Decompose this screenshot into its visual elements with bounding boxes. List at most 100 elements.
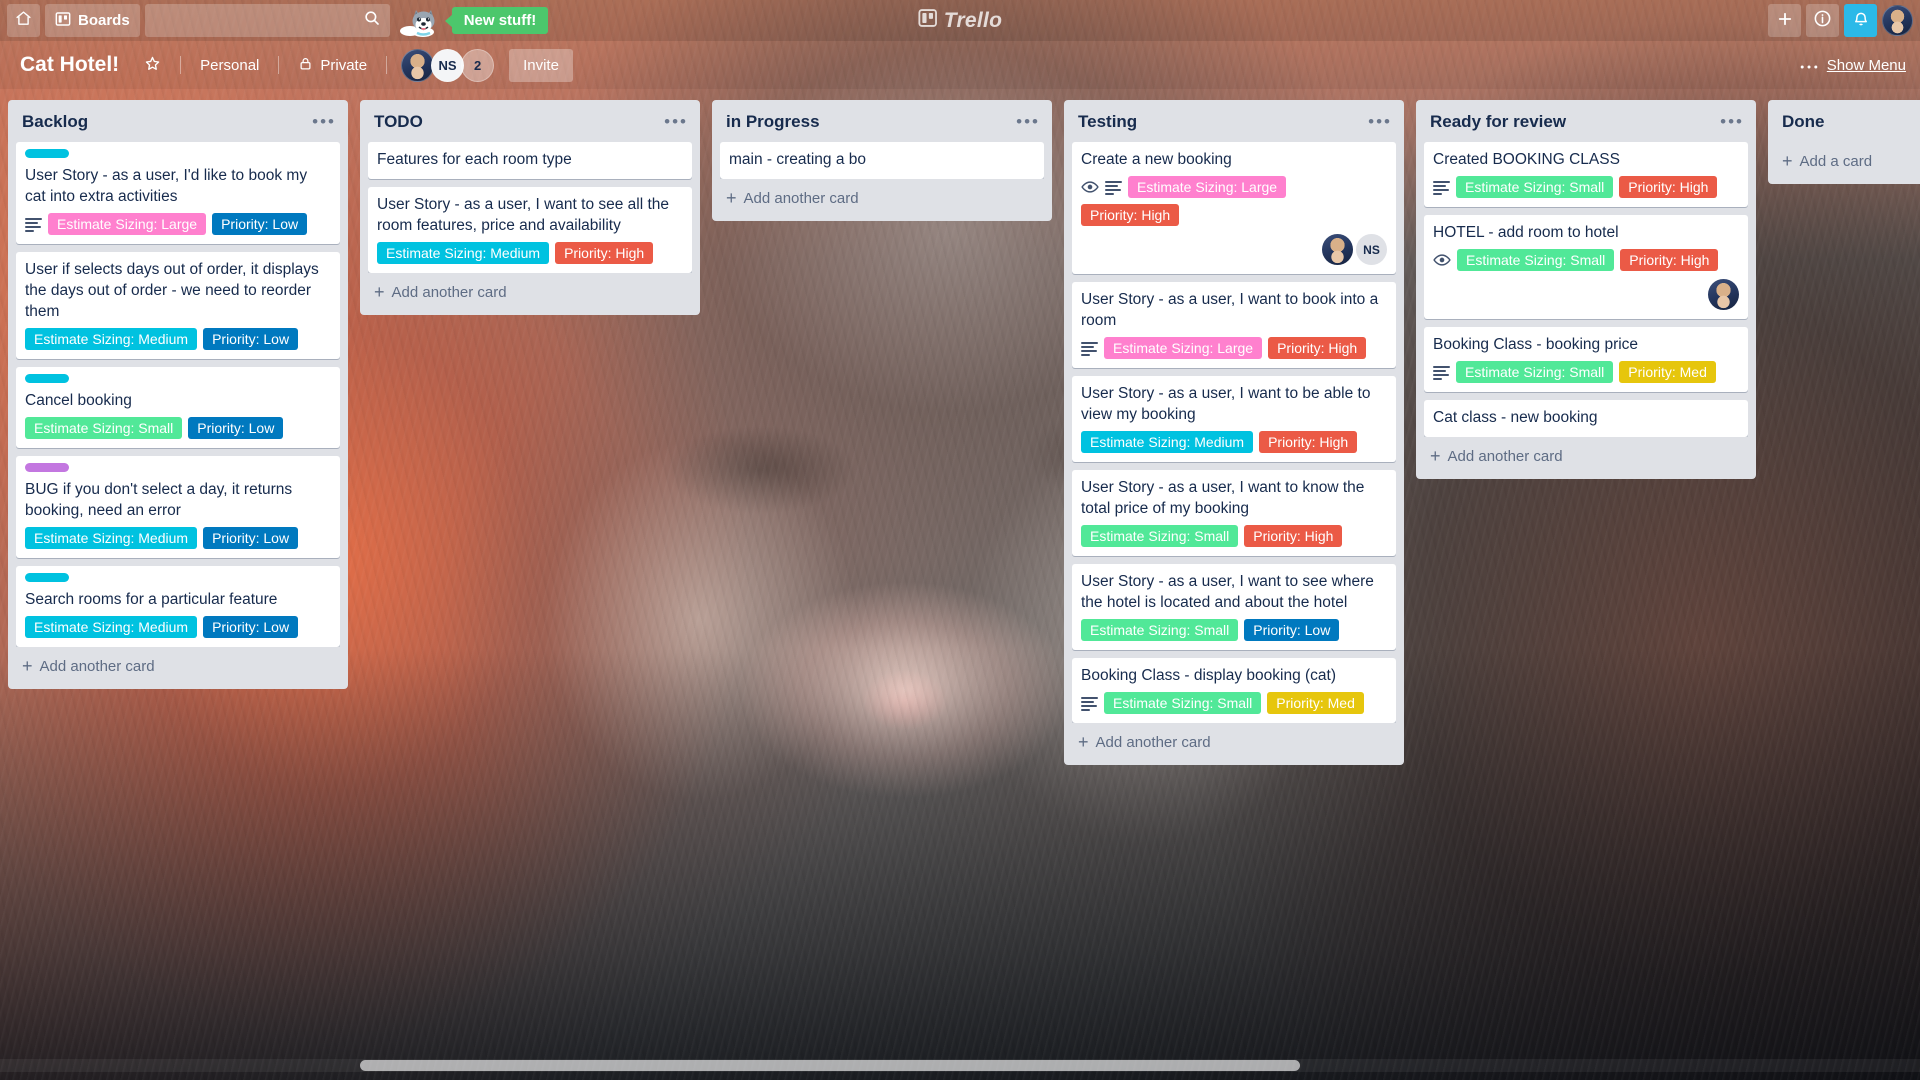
notifications-button[interactable] [1844, 4, 1877, 37]
board-list[interactable]: Backlog ••• User Story - as a user, I'd li… [8, 100, 348, 689]
card-label-bar[interactable] [25, 374, 69, 383]
list-menu-icon[interactable]: ••• [1016, 113, 1040, 130]
add-card-button[interactable]: + Add another card [360, 273, 700, 307]
card-label[interactable]: Priority: High [1268, 337, 1367, 359]
board-card[interactable]: User Story - as a user, I want to see wh… [1072, 564, 1396, 650]
add-button[interactable] [1768, 4, 1801, 37]
board-card[interactable]: Cat class - new booking [1424, 400, 1748, 437]
list-menu-icon[interactable]: ••• [664, 113, 688, 130]
card-label[interactable]: Estimate Sizing: Small [1081, 619, 1239, 641]
card-label[interactable]: Estimate Sizing: Large [1128, 176, 1287, 198]
member-initials[interactable]: NS [431, 48, 465, 82]
list-menu-icon[interactable]: ••• [1720, 113, 1744, 130]
card-member-initials[interactable]: NS [1356, 234, 1387, 265]
invite-button[interactable]: Invite [509, 48, 573, 82]
card-label[interactable]: Priority: High [1244, 525, 1343, 547]
card-label[interactable]: Estimate Sizing: Large [1104, 337, 1263, 359]
card-label[interactable]: Estimate Sizing: Small [25, 417, 183, 439]
list-title[interactable]: in Progress [726, 112, 820, 132]
board-card[interactable]: User Story - as a user, I want to know t… [1072, 470, 1396, 556]
card-label[interactable]: Priority: High [1620, 249, 1719, 271]
board-list[interactable]: Done + Add a card [1768, 100, 1920, 184]
board-card[interactable]: Search rooms for a particular feature Est… [16, 566, 340, 647]
card-label[interactable]: Priority: Low [203, 616, 299, 638]
card-label[interactable]: Estimate Sizing: Small [1457, 249, 1615, 271]
card-label[interactable]: Priority: High [555, 242, 654, 264]
list-menu-icon[interactable]: ••• [1368, 113, 1392, 130]
card-label[interactable]: Priority: Low [203, 328, 299, 350]
add-card-button[interactable]: + Add another card [8, 647, 348, 681]
board-card[interactable]: Booking Class - display booking (cat) Est… [1072, 658, 1396, 723]
husky-dog-icon[interactable] [399, 4, 445, 38]
card-member-avatar[interactable] [1322, 234, 1353, 265]
list-title[interactable]: Testing [1078, 112, 1137, 132]
scrollbar-thumb[interactable] [360, 1060, 1300, 1071]
card-label[interactable]: Estimate Sizing: Small [1104, 692, 1262, 714]
card-label[interactable]: Estimate Sizing: Large [48, 213, 207, 235]
board-card[interactable]: Create a new booking Estimate Sizing: Lar… [1072, 142, 1396, 274]
board-visibility-button[interactable]: Private [287, 49, 378, 81]
card-label[interactable]: Estimate Sizing: Small [1081, 525, 1239, 547]
card-label[interactable]: Estimate Sizing: Medium [1081, 431, 1254, 453]
board-scope-button[interactable]: Personal [189, 49, 270, 81]
board-card[interactable]: HOTEL - add room to hotel Estimate Sizing… [1424, 215, 1748, 319]
trello-logo[interactable]: Trello [918, 8, 1003, 34]
add-card-button[interactable]: + Add another card [712, 179, 1052, 213]
list-title[interactable]: TODO [374, 112, 423, 132]
card-label-bar[interactable] [25, 149, 69, 158]
add-card-button[interactable]: + Add another card [1416, 437, 1756, 471]
boards-button[interactable]: Boards [45, 4, 140, 37]
card-label[interactable]: Estimate Sizing: Small [1456, 361, 1614, 383]
card-label-bar[interactable] [25, 463, 69, 472]
show-menu-button[interactable]: Show Menu [1800, 57, 1906, 74]
board-card[interactable]: main - creating a bo [720, 142, 1044, 179]
card-label[interactable]: Priority: High [1619, 176, 1718, 198]
page-title[interactable]: Cat Hotel! [14, 49, 129, 81]
board-card[interactable]: User Story - as a user, I want to be abl… [1072, 376, 1396, 462]
search-box[interactable] [144, 4, 390, 37]
card-label[interactable]: Priority: Med [1267, 692, 1364, 714]
board-card[interactable]: Features for each room type [368, 142, 692, 179]
board-card[interactable]: User Story - as a user, I want to book i… [1072, 282, 1396, 368]
add-card-button[interactable]: + Add another card [1064, 723, 1404, 757]
card-label[interactable]: Estimate Sizing: Medium [25, 616, 198, 638]
card-label[interactable]: Priority: Low [1244, 619, 1340, 641]
board-card[interactable]: Booking Class - booking price Estimate Si… [1424, 327, 1748, 392]
member-avatar[interactable] [401, 48, 435, 82]
board-card[interactable]: User if selects days out of order, it di… [16, 252, 340, 359]
card-label[interactable]: Priority: High [1259, 431, 1358, 453]
member-overflow-count[interactable]: 2 [461, 48, 495, 82]
card-label[interactable]: Priority: Low [203, 527, 299, 549]
board-card[interactable]: Cancel booking Estimate Sizing: Small Prio… [16, 367, 340, 448]
board-card[interactable]: User Story - as a user, I'd like to book… [16, 142, 340, 244]
board-horizontal-scrollbar[interactable] [0, 1059, 1920, 1072]
star-button[interactable] [133, 49, 172, 81]
board-list[interactable]: Testing ••• Create a new booking Estimate S… [1064, 100, 1404, 765]
new-stuff-badge[interactable]: New stuff! [451, 7, 549, 34]
board-list[interactable]: in Progress ••• main - creating a bo + Add a… [712, 100, 1052, 221]
home-button[interactable] [7, 4, 40, 37]
list-title[interactable]: Backlog [22, 112, 88, 132]
search-input[interactable] [153, 12, 363, 29]
list-menu-icon[interactable]: ••• [312, 113, 336, 130]
board-card[interactable]: Created BOOKING CLASS Estimate Sizing: Sm… [1424, 142, 1748, 207]
search-icon[interactable] [363, 9, 381, 32]
user-avatar[interactable] [1882, 5, 1913, 36]
card-label[interactable]: Estimate Sizing: Small [1456, 176, 1614, 198]
list-title[interactable]: Done [1782, 112, 1825, 132]
board-card[interactable]: BUG if you don't select a day, it return… [16, 456, 340, 558]
card-label[interactable]: Estimate Sizing: Medium [377, 242, 550, 264]
info-button[interactable] [1806, 4, 1839, 37]
board-list[interactable]: TODO ••• Features for each room type User S… [360, 100, 700, 315]
card-label-bar[interactable] [25, 573, 69, 582]
board-card[interactable]: User Story - as a user, I want to see al… [368, 187, 692, 273]
card-label[interactable]: Estimate Sizing: Medium [25, 328, 198, 350]
board-list[interactable]: Ready for review ••• Created BOOKING CLASS… [1416, 100, 1756, 479]
card-member-avatar[interactable] [1708, 279, 1739, 310]
board-lists-container[interactable]: Backlog ••• User Story - as a user, I'd li… [0, 89, 1920, 1080]
card-label[interactable]: Priority: Med [1619, 361, 1716, 383]
card-label[interactable]: Priority: High [1081, 204, 1180, 226]
card-label[interactable]: Estimate Sizing: Medium [25, 527, 198, 549]
add-card-button[interactable]: + Add a card [1768, 142, 1920, 176]
card-label[interactable]: Priority: Low [188, 417, 284, 439]
